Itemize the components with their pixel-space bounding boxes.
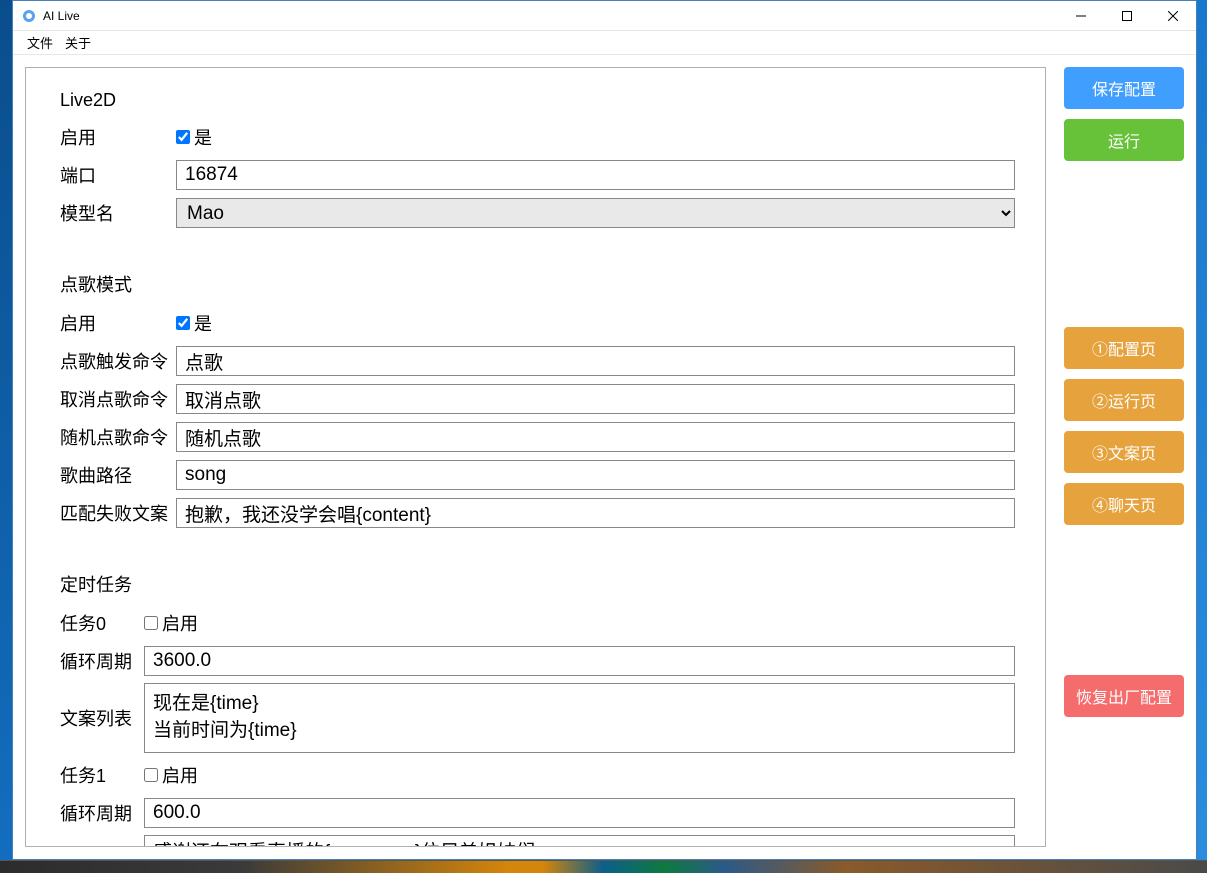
label-live2d-enable: 启用 (60, 124, 176, 150)
group-title-live2d: Live2D (60, 90, 1015, 111)
app-window: AI Live 文件 关于 Live2D 启用 (12, 0, 1197, 860)
taskbar[interactable] (0, 860, 1207, 873)
input-song-fail[interactable] (176, 498, 1015, 528)
side-panel: 保存配置 运行 ①配置页 ②运行页 ③文案页 ④聊天页 恢复出厂配置 (1064, 67, 1184, 847)
input-song-trigger[interactable] (176, 346, 1015, 376)
input-song-random[interactable] (176, 422, 1015, 452)
app-icon (21, 8, 37, 24)
label-song-random: 随机点歌命令 (60, 424, 176, 450)
window-controls (1058, 1, 1196, 30)
page-chat-button[interactable]: ④聊天页 (1064, 483, 1184, 525)
titlebar[interactable]: AI Live (13, 1, 1196, 31)
label-song-path: 歌曲路径 (60, 462, 176, 488)
checkbox-song-enable-text: 是 (194, 310, 212, 336)
label-task0-cycle: 循环周期 (60, 648, 144, 674)
checkbox-live2d-enable-text: 是 (194, 124, 212, 150)
input-song-cancel[interactable] (176, 384, 1015, 414)
checkbox-live2d-enable-input[interactable] (176, 130, 190, 144)
label-live2d-port: 端口 (60, 162, 176, 188)
checkbox-task1-enable-input[interactable] (144, 768, 158, 782)
page-copy-button[interactable]: ③文案页 (1064, 431, 1184, 473)
label-live2d-model: 模型名 (60, 200, 176, 226)
main-panel: Live2D 启用 是 端口 模型名 Mao (25, 67, 1046, 847)
menubar: 文件 关于 (13, 31, 1196, 55)
menu-about[interactable]: 关于 (65, 33, 91, 52)
minimize-button[interactable] (1058, 1, 1104, 30)
close-button[interactable] (1150, 1, 1196, 30)
checkbox-task0-enable-input[interactable] (144, 616, 158, 630)
save-config-button[interactable]: 保存配置 (1064, 67, 1184, 109)
input-task0-cycle[interactable] (144, 646, 1015, 676)
label-song-trigger: 点歌触发命令 (60, 348, 176, 374)
label-song-cancel: 取消点歌命令 (60, 386, 176, 412)
input-live2d-port[interactable] (176, 160, 1015, 190)
textarea-task0-copy[interactable] (144, 683, 1015, 753)
app-body: Live2D 启用 是 端口 模型名 Mao (13, 55, 1196, 859)
checkbox-task0-enable[interactable]: 启用 (144, 610, 198, 636)
label-task1: 任务1 (60, 762, 144, 788)
select-live2d-model[interactable]: Mao (176, 198, 1015, 228)
label-song-fail: 匹配失败文案 (60, 500, 176, 526)
label-song-enable: 启用 (60, 310, 176, 336)
checkbox-task0-enable-text: 启用 (162, 610, 198, 636)
page-config-button[interactable]: ①配置页 (1064, 327, 1184, 369)
menu-file[interactable]: 文件 (27, 33, 53, 52)
maximize-button[interactable] (1104, 1, 1150, 30)
input-task1-cycle[interactable] (144, 798, 1015, 828)
label-task0-copy: 文案列表 (60, 705, 144, 731)
factory-reset-button[interactable]: 恢复出厂配置 (1064, 675, 1184, 717)
label-task0: 任务0 (60, 610, 144, 636)
main-scroll-area[interactable]: Live2D 启用 是 端口 模型名 Mao (26, 68, 1045, 846)
checkbox-live2d-enable[interactable]: 是 (176, 124, 212, 150)
input-task1-copy[interactable] (144, 835, 1015, 846)
page-run-button[interactable]: ②运行页 (1064, 379, 1184, 421)
group-title-song: 点歌模式 (60, 271, 1015, 297)
input-song-path[interactable] (176, 460, 1015, 490)
checkbox-task1-enable[interactable]: 启用 (144, 762, 198, 788)
checkbox-task1-enable-text: 启用 (162, 762, 198, 788)
group-title-schedule: 定时任务 (60, 571, 1015, 597)
run-button[interactable]: 运行 (1064, 119, 1184, 161)
label-task1-cycle: 循环周期 (60, 800, 144, 826)
checkbox-song-enable[interactable]: 是 (176, 310, 212, 336)
window-title: AI Live (43, 9, 1058, 23)
checkbox-song-enable-input[interactable] (176, 316, 190, 330)
